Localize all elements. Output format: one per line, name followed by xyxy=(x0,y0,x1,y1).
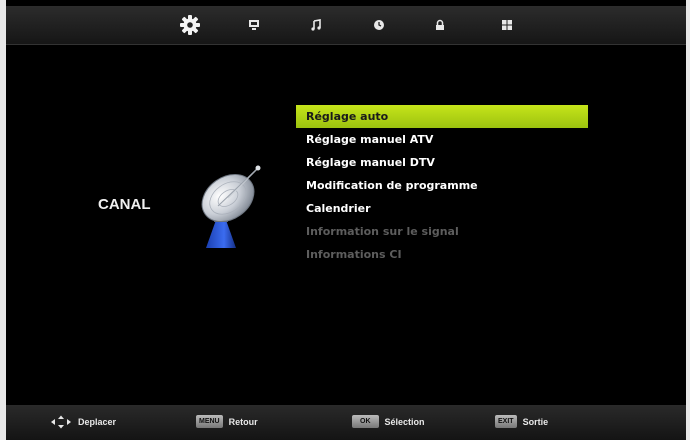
grid-icon xyxy=(502,20,512,30)
menu-item-signal-info: Information sur le signal xyxy=(306,225,459,238)
menu-item-schedule[interactable]: Calendrier xyxy=(296,197,588,220)
channel-menu: Réglage auto Réglage manuel ATV Réglage … xyxy=(296,105,588,266)
tab-picture[interactable] xyxy=(234,6,274,44)
menu-item-program-edit[interactable]: Modification de programme xyxy=(296,174,588,197)
tab-channel[interactable] xyxy=(170,6,210,44)
hint-move-label: Deplacer xyxy=(78,417,117,427)
tv-screen: CANAL Réglage auto Réglage manuel ATV Ré… xyxy=(6,0,686,440)
hint-select-label: Sélection xyxy=(384,416,425,427)
hint-move: Deplacer xyxy=(50,415,116,429)
exit-key: EXIT xyxy=(495,415,517,428)
hint-exit-label: Sortie xyxy=(522,416,549,427)
menu-item-auto-tuning[interactable]: Réglage auto xyxy=(296,105,588,128)
menu-tab-bar xyxy=(6,6,686,45)
menu-key: MENU xyxy=(196,415,223,428)
satellite-dish-icon xyxy=(201,165,261,248)
menu-item-ci-info: Informations CI xyxy=(306,248,402,261)
hint-back-label: Retour xyxy=(228,416,258,427)
ok-key: OK xyxy=(352,415,379,428)
tab-setup[interactable] xyxy=(487,6,527,44)
clock-icon xyxy=(374,20,384,30)
section-title: CANAL xyxy=(98,196,151,213)
hint-exit: EXIT Sortie xyxy=(495,415,548,428)
lock-icon xyxy=(436,19,444,30)
tab-lock[interactable] xyxy=(420,6,460,44)
music-note-icon xyxy=(311,19,321,31)
tv-icon xyxy=(249,20,259,30)
gear-icon xyxy=(180,15,200,35)
arrow-keys-icon xyxy=(51,415,71,429)
tab-time[interactable] xyxy=(359,6,399,44)
menu-item-atv-manual-tuning[interactable]: Réglage manuel ATV xyxy=(296,128,588,151)
tab-sound[interactable] xyxy=(296,6,336,44)
hint-select: OK Sélection xyxy=(352,415,425,428)
menu-item-dtv-manual-tuning[interactable]: Réglage manuel DTV xyxy=(296,151,588,174)
hint-bar: Deplacer MENU Retour OK Sélection EXIT S… xyxy=(6,405,686,440)
hint-back: MENU Retour xyxy=(196,415,258,428)
